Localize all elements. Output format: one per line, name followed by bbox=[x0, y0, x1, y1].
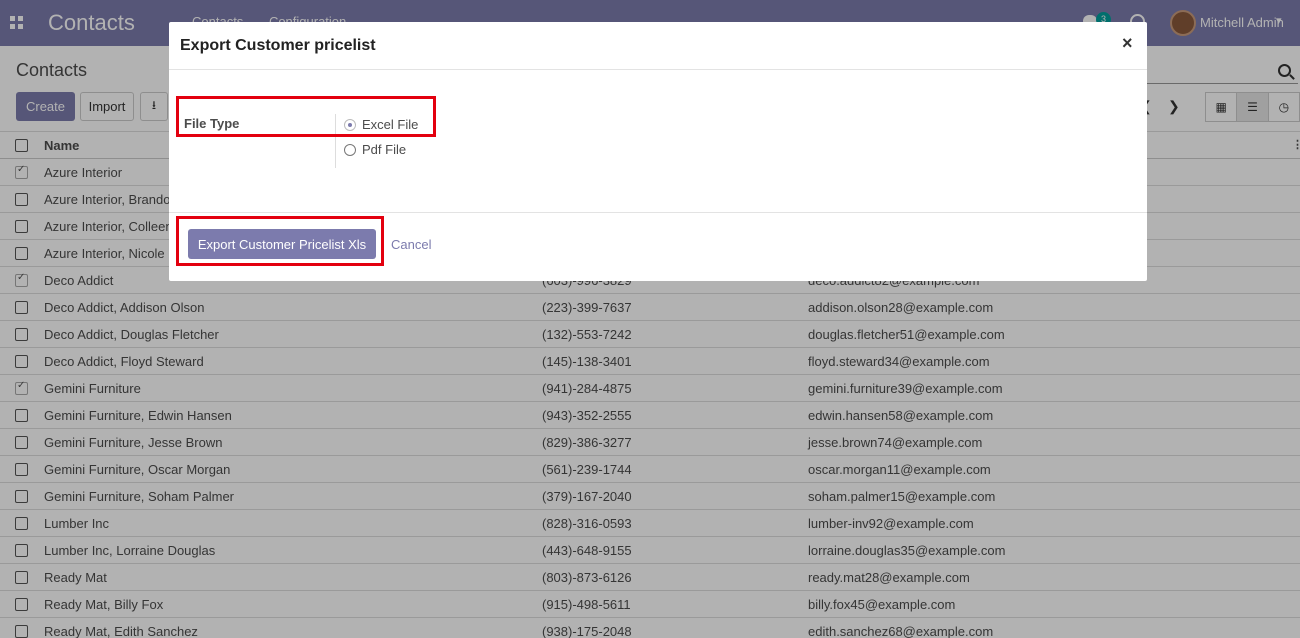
dialog-footer-divider bbox=[169, 212, 1147, 213]
dialog-header-divider bbox=[169, 69, 1147, 70]
dialog-title: Export Customer pricelist bbox=[180, 37, 376, 54]
close-icon[interactable]: × bbox=[1122, 33, 1133, 54]
radio-option-pdf[interactable]: Pdf File bbox=[344, 142, 406, 157]
pdf-radio-label[interactable]: Pdf File bbox=[362, 142, 406, 157]
highlight-export-button bbox=[176, 216, 384, 266]
export-dialog: Export Customer pricelist × File Type Ex… bbox=[169, 22, 1147, 281]
pdf-radio[interactable] bbox=[344, 143, 356, 156]
cancel-button[interactable]: Cancel bbox=[391, 237, 431, 252]
highlight-file-type bbox=[176, 96, 436, 137]
